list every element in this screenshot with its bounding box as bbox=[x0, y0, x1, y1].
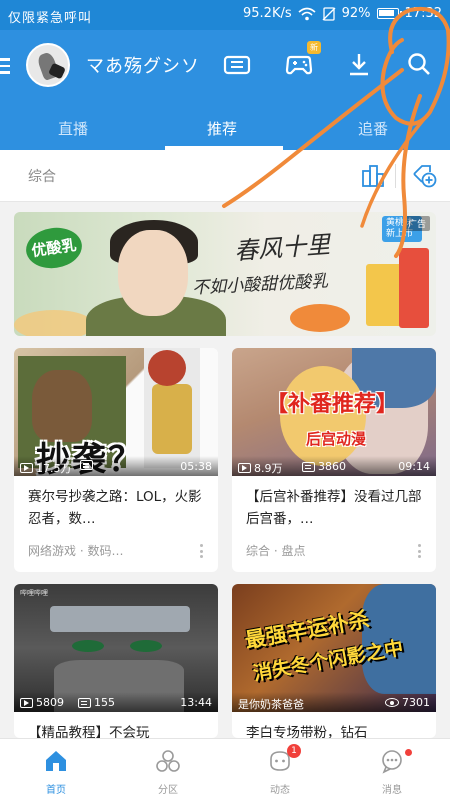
search-icon[interactable] bbox=[404, 50, 434, 80]
banner-figure-face bbox=[118, 230, 188, 316]
home-icon bbox=[46, 751, 66, 771]
thumbnail-text: 【补番推荐】 bbox=[266, 392, 399, 417]
tab-follow-anime[interactable]: 追番 bbox=[358, 118, 388, 139]
battery-icon bbox=[376, 8, 402, 19]
video-stats: 是你奶茶爸爸 7301 bbox=[232, 692, 436, 712]
nav-label: 分区 bbox=[158, 785, 178, 796]
top-tabs: 直播 推荐 追番 bbox=[0, 108, 450, 150]
category-bar: 综合 bbox=[0, 150, 450, 202]
danmaku-icon bbox=[78, 697, 91, 708]
product-box bbox=[399, 248, 429, 328]
divider bbox=[395, 164, 396, 188]
uploader-caption: 是你奶茶爸爸 bbox=[238, 698, 304, 711]
banner-slogan-1: 春风十里 bbox=[233, 230, 332, 266]
app-header: マあ殇グシソ 新 直播 推荐 追番 bbox=[0, 30, 450, 150]
product-box bbox=[366, 264, 402, 326]
video-title[interactable]: 【精品教程】不会玩 bbox=[28, 722, 208, 738]
banner-fruit bbox=[290, 304, 350, 332]
play-count-icon bbox=[238, 463, 251, 473]
nav-label: 动态 bbox=[270, 785, 290, 796]
video-card[interactable]: 抄袭？ 17.5万 05:38 赛尔号抄袭之路：LOL，火影忍者，数… 网络游戏… bbox=[14, 348, 218, 572]
thumbnail-subtext: 后宫动漫 bbox=[306, 430, 367, 448]
video-card[interactable]: 最强辛运补杀 消失冬个闪影之中 是你奶茶爸爸 7301 李白专场带粉，钻石 bbox=[232, 584, 436, 738]
video-card[interactable]: 【补番推荐】 后宫动漫 8.9万 3860 09:14 【后宫补番推荐】没看过几… bbox=[232, 348, 436, 572]
download-icon[interactable] bbox=[344, 50, 374, 80]
video-thumbnail[interactable]: 【补番推荐】 后宫动漫 8.9万 3860 09:14 bbox=[232, 348, 436, 476]
tab-recommend[interactable]: 推荐 bbox=[207, 118, 237, 139]
video-title[interactable]: 李白专场带粉，钻石 bbox=[246, 722, 426, 738]
video-title[interactable]: 【后宫补番推荐】没看过几部后宫番，… bbox=[246, 486, 426, 530]
video-thumbnail[interactable]: 哔哩哔哩 5809 155 13:44 bbox=[14, 584, 218, 712]
danmaku-icon bbox=[80, 460, 93, 470]
tag[interactable]: 网络游戏 bbox=[28, 544, 76, 558]
menu-icon[interactable] bbox=[0, 54, 16, 82]
carrier-text: 仅限紧急呼叫 bbox=[8, 11, 93, 26]
status-bar: 仅限紧急呼叫 95.2K/s 92% 17:32 bbox=[0, 0, 450, 30]
duration: 09:14 bbox=[398, 460, 430, 473]
nav-label: 消息 bbox=[382, 785, 402, 796]
views-icon bbox=[385, 698, 399, 707]
danmaku-icon bbox=[302, 461, 315, 472]
comment-count: 3860 bbox=[318, 460, 346, 473]
banner-fruit bbox=[14, 310, 94, 336]
play-count: 8.9万 bbox=[254, 462, 283, 475]
tag[interactable]: 数码… bbox=[87, 544, 123, 558]
nav-category[interactable]: 分区 bbox=[112, 739, 224, 800]
network-speed: 95.2K/s bbox=[243, 6, 292, 21]
new-badge: 新 bbox=[307, 41, 321, 54]
nav-messages[interactable]: 消息 bbox=[336, 739, 448, 800]
avatar[interactable] bbox=[26, 43, 70, 87]
play-count: 5809 bbox=[36, 696, 64, 709]
nav-label: 首页 bbox=[46, 785, 66, 796]
view-count: 7301 bbox=[402, 696, 430, 709]
inbox-icon[interactable] bbox=[222, 50, 252, 80]
more-options-icon[interactable] bbox=[418, 544, 422, 560]
wifi-icon bbox=[298, 7, 316, 20]
add-tag-icon[interactable] bbox=[410, 162, 438, 190]
ad-banner[interactable]: 优酸乳 春风十里 不如小酸甜优酸乳 黄桃味新上市 广告 bbox=[14, 212, 436, 336]
video-stats: 17.5万 05:38 bbox=[14, 456, 218, 476]
tag[interactable]: 盘点 bbox=[281, 544, 305, 558]
notification-badge: 1 bbox=[287, 744, 301, 758]
play-count-icon bbox=[20, 463, 33, 473]
video-stats: 5809 155 13:44 bbox=[14, 692, 218, 712]
duration: 05:38 bbox=[180, 460, 212, 473]
category-icon bbox=[156, 750, 180, 772]
no-sim-icon bbox=[322, 6, 336, 21]
username[interactable]: マあ殇グシソ bbox=[86, 52, 200, 78]
ad-label: 广告 bbox=[403, 216, 430, 231]
play-count: 17.5万 bbox=[36, 462, 72, 475]
buildings-icon[interactable] bbox=[360, 163, 386, 189]
bilibili-logo: 哔哩哔哩 bbox=[20, 589, 48, 597]
video-thumbnail[interactable]: 最强辛运补杀 消失冬个闪影之中 是你奶茶爸爸 7301 bbox=[232, 584, 436, 712]
banner-slogan-2: 不如小酸甜优酸乳 bbox=[191, 271, 329, 299]
video-thumbnail[interactable]: 抄袭？ 17.5万 05:38 bbox=[14, 348, 218, 476]
game-controller-icon[interactable] bbox=[284, 50, 314, 80]
tab-live[interactable]: 直播 bbox=[58, 118, 88, 139]
more-options-icon[interactable] bbox=[200, 544, 204, 560]
duration: 13:44 bbox=[180, 696, 212, 709]
nav-home[interactable]: 首页 bbox=[0, 739, 112, 800]
video-tags: 综合 · 盘点 bbox=[246, 544, 306, 558]
unread-dot bbox=[405, 749, 412, 756]
battery-percent: 92% bbox=[341, 6, 371, 21]
category-label[interactable]: 综合 bbox=[28, 166, 56, 186]
tag[interactable]: 综合 bbox=[246, 544, 270, 558]
brand-logo: 优酸乳 bbox=[23, 224, 85, 272]
video-stats: 8.9万 3860 09:14 bbox=[232, 456, 436, 476]
clock: 17:32 bbox=[404, 6, 442, 21]
nav-dynamics[interactable]: 动态 bbox=[224, 739, 336, 800]
comment-count: 155 bbox=[94, 696, 115, 709]
bottom-navigation: 首页 分区 动态 消息 1 bbox=[0, 738, 450, 800]
video-tags: 网络游戏 · 数码… bbox=[28, 544, 124, 558]
message-icon bbox=[382, 750, 402, 774]
video-title[interactable]: 赛尔号抄袭之路：LOL，火影忍者，数… bbox=[28, 486, 208, 530]
video-card[interactable]: 哔哩哔哩 5809 155 13:44 【精品教程】不会玩 bbox=[14, 584, 218, 738]
play-count-icon bbox=[20, 697, 33, 708]
